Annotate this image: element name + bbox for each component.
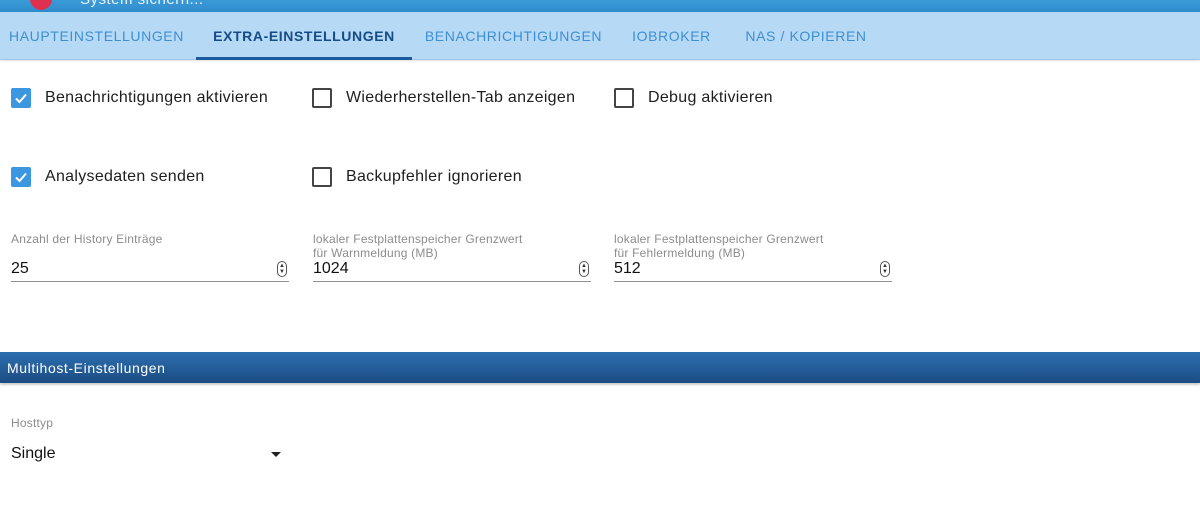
checkbox-label: Wiederherstellen-Tab anzeigen [346, 89, 576, 106]
active-tab-indicator [196, 57, 412, 60]
error-threshold-field: lokaler Festplattenspeicher Grenzwert fü… [614, 232, 892, 282]
checkbox-wiederherstellen-tab[interactable]: Wiederherstellen-Tab anzeigen [312, 88, 575, 108]
tab-haupteinstellungen[interactable]: HAUPTEINSTELLUNGEN [0, 12, 193, 60]
checkbox-box[interactable] [614, 88, 634, 108]
multihost-section-header: Multihost-Einstellungen [0, 352, 1200, 383]
app-logo [30, 0, 52, 10]
spinner-icon[interactable]: ▲ ▼ [579, 260, 589, 277]
checkbox-box[interactable] [312, 167, 332, 187]
field-label: lokaler Festplattenspeicher Grenzwert [614, 232, 824, 246]
field-label: Anzahl der History Einträge [11, 232, 163, 246]
tab-benachrichtigungen[interactable]: BENACHRICHTIGUNGEN [412, 12, 615, 60]
checkbox-box[interactable] [11, 167, 31, 187]
tab-nas-kopieren[interactable]: NAS / KOPIEREN [728, 12, 884, 60]
tab-extra-einstellungen[interactable]: EXTRA-EINSTELLUNGEN [196, 12, 412, 60]
warn-threshold-field: lokaler Festplattenspeicher Grenzwert fü… [313, 232, 591, 282]
checkbox-label: Analysedaten senden [45, 168, 205, 185]
warn-threshold-input[interactable]: 1024 ▲ ▼ [313, 256, 591, 282]
hosttype-select[interactable]: Single [11, 442, 285, 466]
spinner-icon[interactable]: ▲ ▼ [277, 260, 287, 277]
checkbox-label: Backupfehler ignorieren [346, 168, 522, 185]
checkbox-box[interactable] [312, 88, 332, 108]
app-header: System sichern... [0, 0, 1200, 12]
select-value: Single [11, 445, 56, 462]
field-label: Hosttyp [11, 416, 54, 430]
checkbox-debug-aktivieren[interactable]: Debug aktivieren [614, 88, 773, 108]
spinner-icon[interactable]: ▲ ▼ [880, 260, 890, 277]
checkbox-benachrichtigungen-aktivieren[interactable]: Benachrichtigungen aktivieren [11, 88, 268, 108]
checkbox-analysedaten-senden[interactable]: Analysedaten senden [11, 167, 205, 187]
checkbox-label: Debug aktivieren [648, 89, 773, 106]
field-value: 512 [614, 259, 641, 277]
history-count-field: Anzahl der History Einträge 25 ▲ ▼ [11, 232, 289, 282]
checkbox-backupfehler-ignorieren[interactable]: Backupfehler ignorieren [312, 167, 522, 187]
chevron-down-icon [271, 451, 281, 457]
field-value: 1024 [313, 259, 349, 277]
section-title: Multihost-Einstellungen [7, 359, 166, 376]
check-icon [15, 93, 27, 104]
checkbox-label: Benachrichtigungen aktivieren [45, 89, 269, 106]
history-count-input[interactable]: 25 ▲ ▼ [11, 256, 289, 282]
hosttype-field: Hosttyp Single [11, 416, 285, 462]
app-subtitle: System sichern... [80, 0, 204, 8]
tab-bar: HAUPTEINSTELLUNGEN EXTRA-EINSTELLUNGEN B… [0, 12, 1200, 60]
field-label: lokaler Festplattenspeicher Grenzwert [313, 232, 523, 246]
tab-iobroker[interactable]: IOBROKER [615, 12, 728, 60]
error-threshold-input[interactable]: 512 ▲ ▼ [614, 256, 892, 282]
field-value: 25 [11, 259, 29, 277]
check-icon [15, 172, 27, 183]
checkbox-box[interactable] [11, 88, 31, 108]
